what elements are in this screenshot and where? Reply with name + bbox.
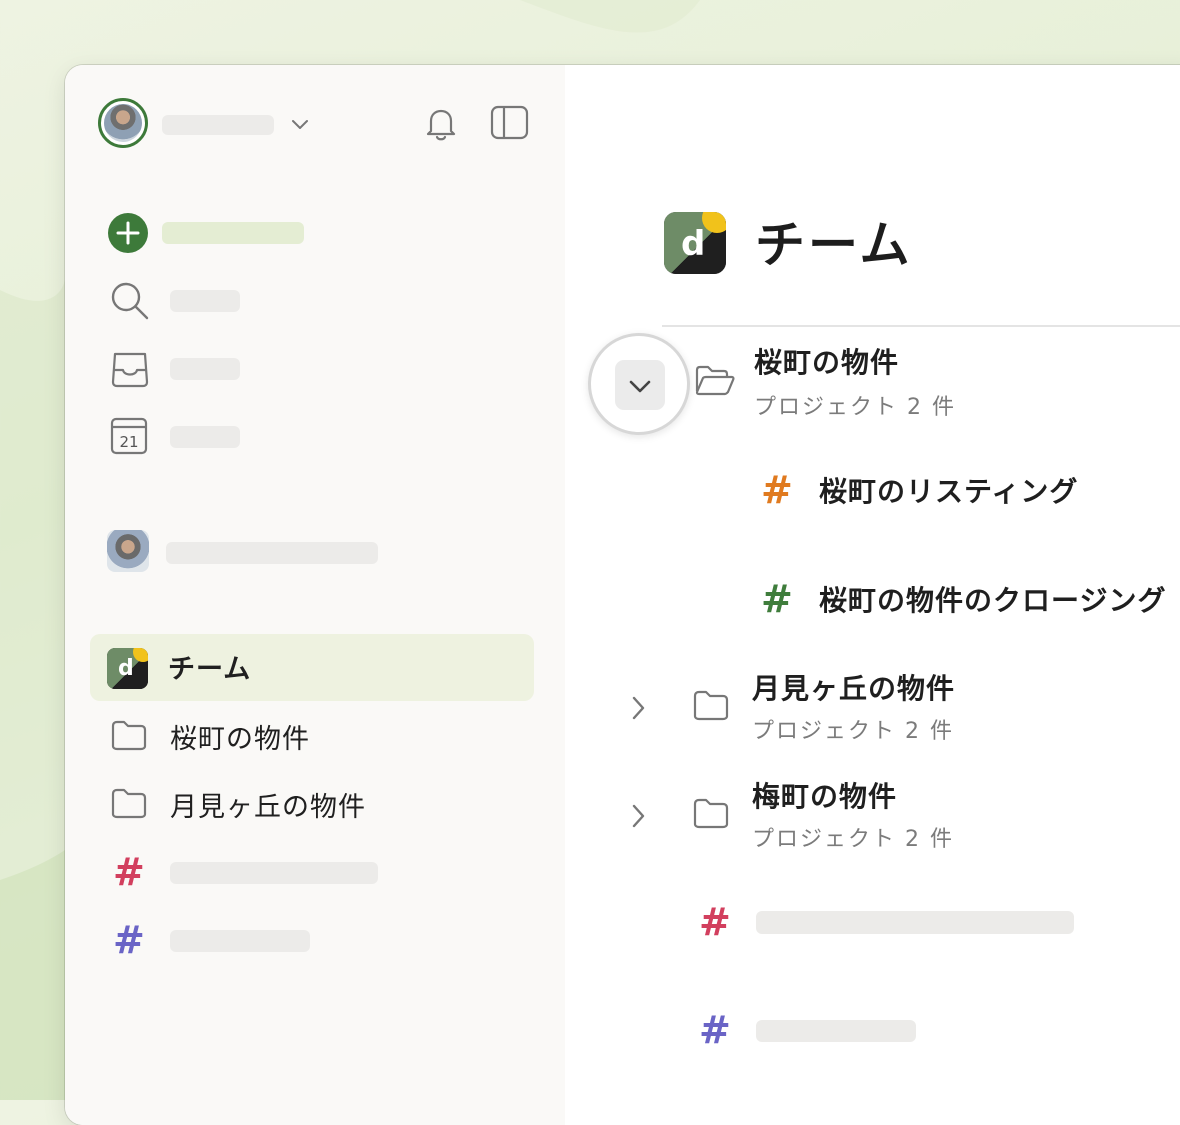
account-name-placeholder <box>162 115 274 135</box>
user-avatar[interactable] <box>98 98 148 148</box>
sidebar-toggle-icon[interactable] <box>490 105 530 141</box>
channel-placeholder[interactable] <box>756 1020 916 1042</box>
sidebar-folder-tsukimigaoka[interactable]: 月見ヶ丘の物件 <box>170 785 366 824</box>
channel-item[interactable]: 桜町の物件のクロージング <box>819 579 1166 619</box>
personal-workspace-placeholder[interactable] <box>166 542 378 564</box>
team-logo-large: d <box>664 212 726 274</box>
search-icon[interactable] <box>109 280 151 322</box>
avatar-image <box>104 104 142 142</box>
hash-icon: # <box>761 468 793 512</box>
chevron-down-icon <box>627 374 653 398</box>
folder-icon <box>692 688 730 722</box>
project-subtitle: プロジェクト 2 件 <box>752 827 954 852</box>
search-label-placeholder[interactable] <box>170 290 240 312</box>
bell-icon[interactable] <box>424 105 458 143</box>
hash-icon: # <box>113 850 145 894</box>
app-window: 21 d チーム 桜町の物件 月見ヶ丘の物件 # # d チーム 桜町の物件 プ… <box>65 65 1180 1125</box>
calendar-icon[interactable]: 21 <box>109 416 151 458</box>
main-panel: d チーム 桜町の物件 プロジェクト 2 件 # 桜町のリスティング # 桜町の… <box>565 65 1180 1125</box>
sidebar-item-team[interactable] <box>90 634 534 701</box>
add-task-icon[interactable] <box>107 212 149 254</box>
hash-icon: # <box>699 900 731 944</box>
team-logo: d <box>107 648 148 689</box>
hash-icon: # <box>699 1008 731 1052</box>
project-title[interactable]: 月見ヶ丘の物件 <box>752 667 955 707</box>
sidebar-item-team-label: チーム <box>168 654 252 685</box>
upcoming-label-placeholder[interactable] <box>170 426 240 448</box>
project-subtitle: プロジェクト 2 件 <box>752 719 954 744</box>
hash-icon: # <box>113 918 145 962</box>
folder-icon <box>110 718 148 752</box>
sidebar-channel-placeholder[interactable] <box>170 862 378 884</box>
sidebar-channel-placeholder[interactable] <box>170 930 310 952</box>
sidebar: 21 d チーム 桜町の物件 月見ヶ丘の物件 # # <box>65 65 565 1125</box>
sidebar-folder-sakuramachi[interactable]: 桜町の物件 <box>170 717 310 756</box>
svg-text:21: 21 <box>119 433 138 451</box>
personal-avatar[interactable] <box>107 530 149 572</box>
inbox-icon[interactable] <box>109 348 151 390</box>
chevron-right-icon[interactable] <box>627 801 649 831</box>
inbox-label-placeholder[interactable] <box>170 358 240 380</box>
project-subtitle: プロジェクト 2 件 <box>754 395 956 420</box>
chevron-right-icon[interactable] <box>627 693 649 723</box>
add-task-label-placeholder[interactable] <box>162 222 304 244</box>
folder-icon <box>110 786 148 820</box>
channel-item[interactable]: 桜町のリスティング <box>819 470 1078 510</box>
divider <box>662 325 1180 327</box>
project-title[interactable]: 梅町の物件 <box>752 775 897 815</box>
folder-open-icon <box>694 363 736 399</box>
hash-icon: # <box>761 577 793 621</box>
page-title: チーム <box>755 216 913 274</box>
collapse-button[interactable] <box>588 333 690 435</box>
channel-placeholder[interactable] <box>756 911 1074 934</box>
chevron-down-icon[interactable] <box>289 113 311 135</box>
project-title[interactable]: 桜町の物件 <box>754 341 899 381</box>
folder-icon <box>692 796 730 830</box>
